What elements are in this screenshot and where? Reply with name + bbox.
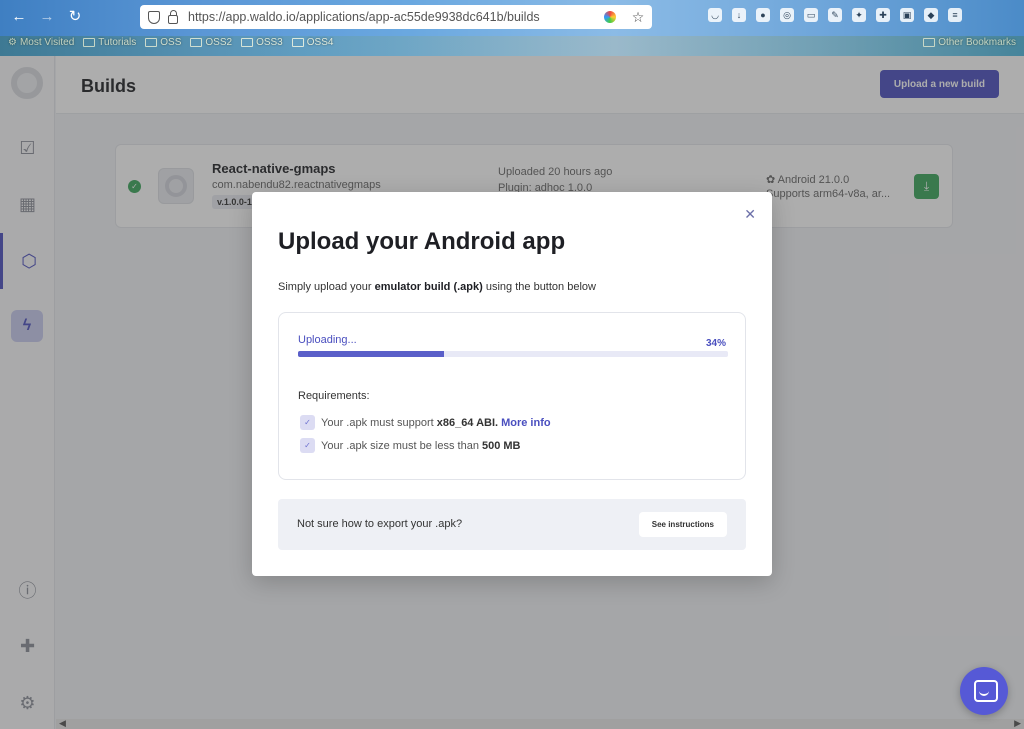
folder-icon [190,38,203,47]
folder-icon [83,38,96,47]
folder-icon [923,38,936,47]
menu-icon[interactable]: ≡ [948,8,962,22]
extension-icon[interactable] [604,11,616,23]
ext-slides-icon[interactable]: ▭ [804,8,818,22]
ext-iq-icon[interactable]: ▣ [900,8,914,22]
bookmark-folder[interactable]: Tutorials [83,37,136,48]
bookmark-folder[interactable]: OSS2 [190,37,232,48]
forward-icon[interactable]: → [38,8,56,26]
pocket-icon[interactable]: ◡ [708,8,722,22]
shield-icon[interactable] [148,10,160,24]
reload-icon[interactable]: ↻ [66,8,84,26]
ext-twd-icon[interactable]: ● [756,8,770,22]
download-icon[interactable]: ↓ [732,8,746,22]
browser-chrome: ← → ↻ https://app.waldo.io/applications/… [0,0,1024,56]
help-text: Not sure how to export your .apk? [297,518,463,530]
close-icon[interactable]: ✕ [744,206,756,223]
progress-bar [298,351,728,357]
requirement-abi: ✓ Your .apk must support x86_64 ABI. Mor… [300,415,551,430]
other-bookmarks[interactable]: Other Bookmarks [923,37,1016,48]
chat-launcher-icon[interactable] [960,667,1008,715]
bookmark-folder[interactable]: OSS [145,37,181,48]
toolbar-icons: ◡ ↓ ● ◎ ▭ ✎ ✦ ✚ ▣ ◆ ≡ [708,8,962,22]
modal-title: Upload your Android app [278,228,566,255]
upload-percent: 34% [705,338,726,349]
address-bar[interactable]: https://app.waldo.io/applications/app-ac… [140,5,652,29]
more-info-link[interactable]: More info [501,417,551,429]
export-help: Not sure how to export your .apk? See in… [278,499,746,550]
ext-note-icon[interactable]: ✎ [828,8,842,22]
lock-icon[interactable] [168,9,178,24]
folder-icon [145,38,158,47]
check-icon: ✓ [300,415,315,430]
see-instructions-button[interactable]: See instructions [638,512,727,537]
bookmark-folder[interactable]: OSS4 [291,37,333,48]
check-icon: ✓ [300,438,315,453]
upload-area: Uploading... 34% Requirements: ✓ Your .a… [278,312,746,480]
folder-icon [291,38,304,47]
back-icon[interactable]: ← [10,8,28,26]
gear-icon: ⚙ [8,37,17,48]
progress-fill [298,351,445,357]
ext-globe-icon[interactable]: ◎ [780,8,794,22]
ext-color-icon[interactable]: ◆ [924,8,938,22]
ext-puzzle-icon[interactable]: ✚ [876,8,890,22]
folder-icon [241,38,254,47]
bookmarks-bar: ⚙ Most Visited Tutorials OSS OSS2 OSS3 OS… [8,37,333,48]
modal-subtitle: Simply upload your emulator build (.apk)… [278,281,596,293]
upload-modal: ✕ Upload your Android app Simply upload … [252,192,772,576]
upload-status: Uploading... [298,334,357,346]
ext-bird-icon[interactable]: ✦ [852,8,866,22]
bookmark-most-visited[interactable]: ⚙ Most Visited [8,37,74,48]
requirements-title: Requirements: [298,390,370,402]
requirement-size: ✓ Your .apk size must be less than 500 M… [300,438,524,453]
bookmark-folder[interactable]: OSS3 [241,37,283,48]
url-text[interactable]: https://app.waldo.io/applications/app-ac… [188,10,604,24]
bookmark-star-icon[interactable]: ☆ [628,9,648,26]
